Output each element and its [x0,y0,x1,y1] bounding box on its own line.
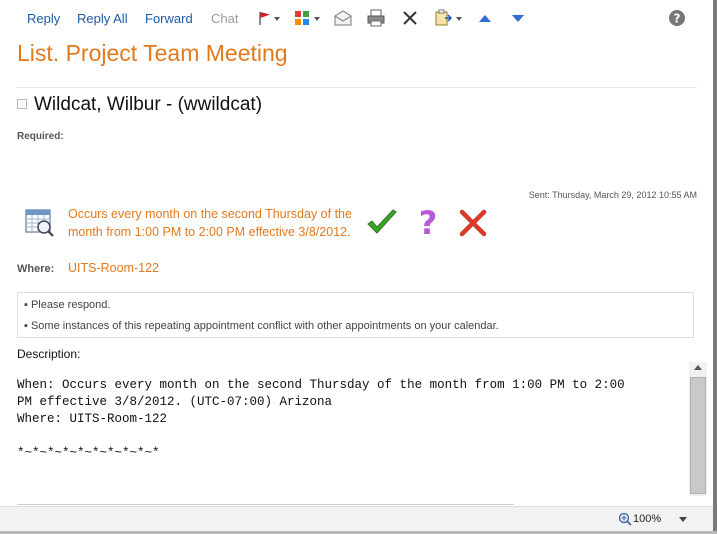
description-label: Description: [17,347,81,361]
recurrence-text: Occurs every month on the second Thursda… [68,207,352,239]
title-divider [17,87,697,88]
help-icon[interactable]: ? [667,8,687,28]
reply-button[interactable]: Reply [27,11,60,26]
move-icon[interactable] [433,8,453,28]
scroll-up-arrow-icon[interactable] [694,365,702,370]
notice-item: ▪ Please respond. [24,299,111,311]
print-icon[interactable] [366,8,386,28]
required-label: Required: [17,131,64,142]
chat-button[interactable]: Chat [211,11,238,26]
flag-dropdown-icon[interactable] [274,17,280,21]
scrollbar-thumb[interactable] [690,377,706,494]
forward-button[interactable]: Forward [145,11,193,26]
notice-item: ▪ Some instances of this repeating appoi… [24,320,499,332]
reply-all-button[interactable]: Reply All [77,11,128,26]
toolbar: Reply Reply All Forward Chat ? [0,0,713,34]
categorize-icon[interactable] [293,8,313,28]
description-divider [17,504,514,505]
zoom-level[interactable]: 100% [633,513,661,525]
sender-name[interactable]: Wildcat, Wilbur - (wwildcat) [34,94,262,116]
svg-text:?: ? [674,12,681,26]
description-body[interactable]: When: Occurs every month on the second T… [17,377,682,462]
zoom-icon[interactable] [618,512,632,526]
notice-text: Please respond. [30,299,111,311]
next-item-icon[interactable] [508,8,528,28]
where-label: Where: [17,263,55,275]
message-title: List. Project Team Meeting [17,40,288,66]
categorize-dropdown-icon[interactable] [314,17,320,21]
recurring-calendar-icon [25,209,54,237]
decline-button[interactable] [458,208,488,238]
move-dropdown-icon[interactable] [456,17,462,21]
notice-text: Some instances of this repeating appoint… [30,320,499,332]
svg-text:?: ? [419,206,438,238]
where-location[interactable]: UITS-Room-122 [68,261,159,275]
sent-timestamp: Sent: Thursday, March 29, 2012 10:55 AM [528,190,697,200]
sender-checkbox[interactable] [17,99,27,109]
accept-button[interactable] [365,208,399,238]
delete-icon[interactable] [400,8,420,28]
window-frame-right [713,0,717,534]
description-scrollbar[interactable] [689,362,707,496]
status-bar: 100% [0,506,713,532]
zoom-dropdown-icon[interactable] [679,517,687,522]
flag-icon[interactable] [256,8,276,28]
previous-item-icon[interactable] [475,8,495,28]
mark-read-icon[interactable] [333,8,353,28]
info-bar: ▪ Please respond. ▪ Some instances of th… [17,292,694,338]
tentative-button[interactable]: ? [416,206,440,238]
